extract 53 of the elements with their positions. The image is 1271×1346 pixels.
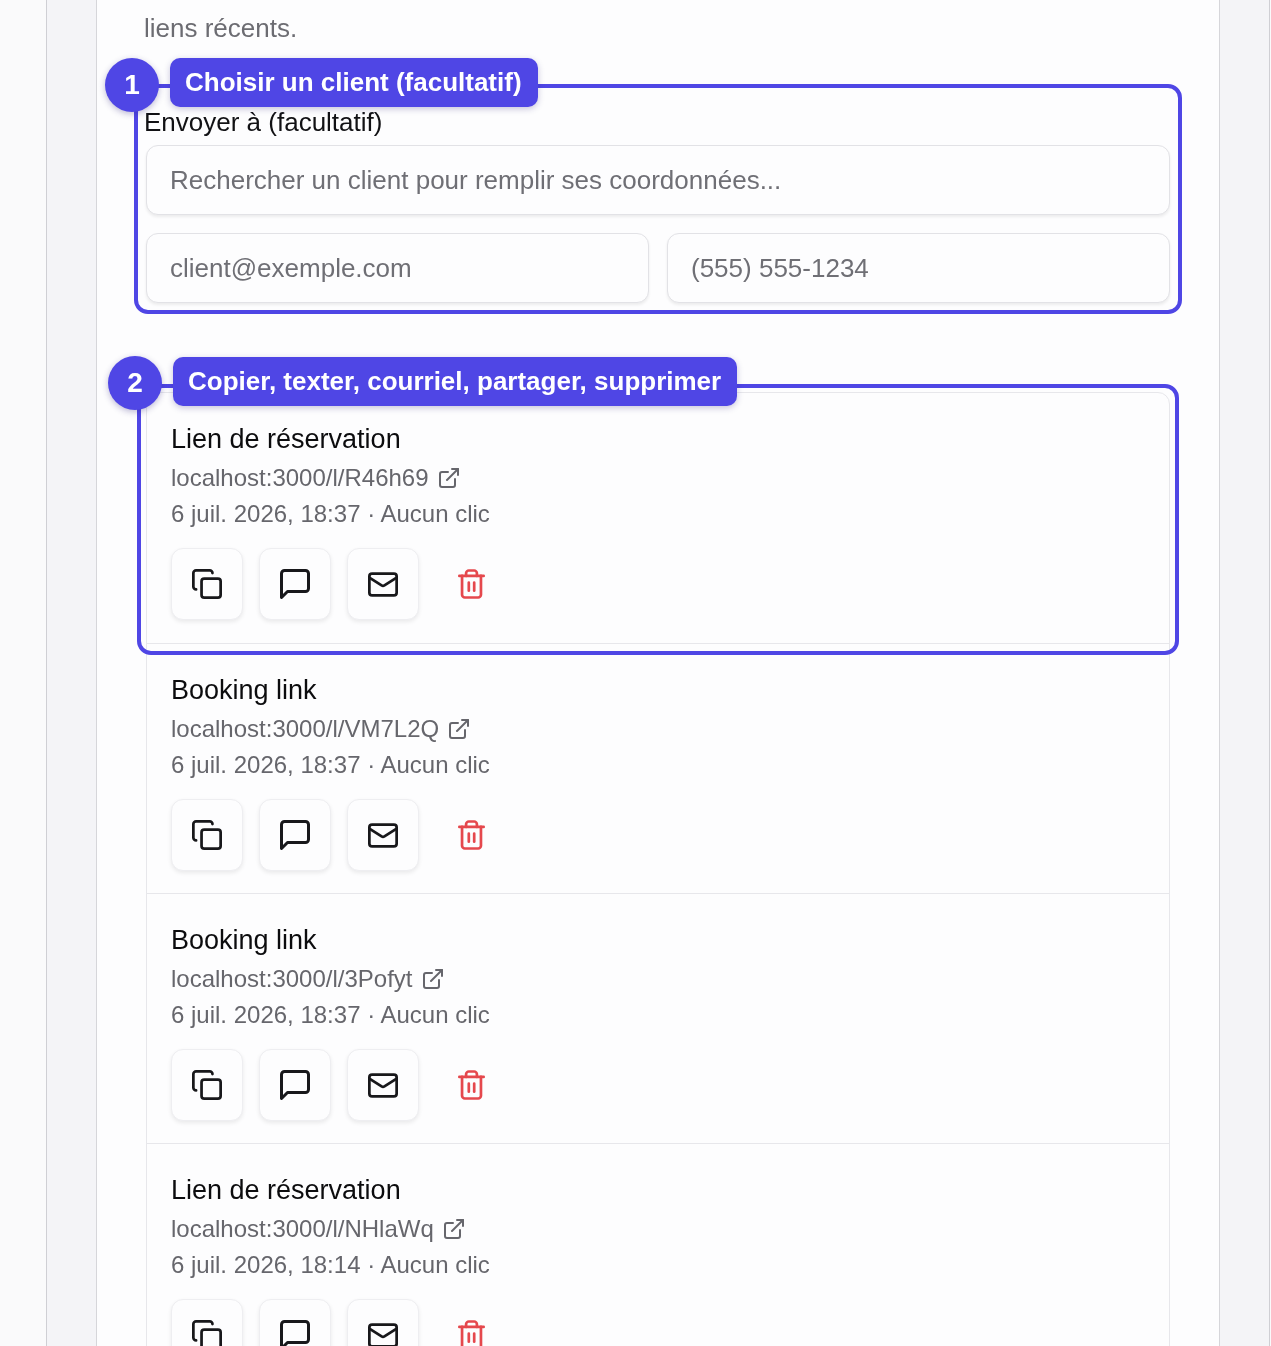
external-link-icon (449, 719, 470, 739)
chat-bubble-icon (280, 1320, 310, 1346)
copy-button[interactable] (171, 799, 243, 871)
envelope-icon (368, 1322, 398, 1346)
trash-icon (458, 569, 485, 599)
external-link-icon (438, 468, 459, 488)
copy-icon (192, 1320, 222, 1346)
email-field[interactable]: client@exemple.com (146, 233, 649, 303)
copy-icon (192, 820, 222, 850)
chat-bubble-icon (280, 820, 310, 850)
message-button[interactable] (259, 1049, 331, 1121)
chat-bubble-icon (280, 569, 310, 599)
envelope-icon (368, 1072, 398, 1098)
delete-button[interactable] (458, 1320, 485, 1346)
email-button[interactable] (347, 548, 419, 620)
delete-button[interactable] (458, 820, 485, 850)
envelope-icon (368, 571, 398, 597)
copy-icon (192, 569, 222, 599)
link-title: Lien de réservation (171, 423, 401, 456)
phone-field[interactable]: (555) 555-1234 (667, 233, 1170, 303)
link-meta: 6 juil. 2026, 18:14 · Aucun clic (171, 1250, 490, 1280)
chat-bubble-icon (280, 1070, 310, 1100)
search-field[interactable]: Rechercher un client pour remplir ses coordonnées... (146, 145, 1170, 215)
envelope-icon (368, 822, 398, 848)
url-link[interactable]: localhost:3000/l/NHlaWq (171, 1211, 464, 1247)
intro-text: liens récents. (144, 12, 299, 45)
message-button[interactable] (259, 799, 331, 871)
delete-button[interactable] (458, 569, 485, 599)
copy-icon (192, 1070, 222, 1100)
link-title: Booking link (171, 674, 317, 707)
url-link[interactable]: localhost:3000/l/R46h69 (171, 460, 459, 496)
link-meta: 6 juil. 2026, 18:37 · Aucun clic (171, 1000, 490, 1030)
step-badge: 2 (108, 356, 162, 410)
trash-icon (458, 820, 485, 850)
link-meta: 6 juil. 2026, 18:37 · Aucun clic (171, 499, 490, 529)
delete-button[interactable] (458, 1070, 485, 1100)
step-badge: 1 (105, 58, 159, 112)
email-button[interactable] (347, 799, 419, 871)
link-title: Lien de réservation (171, 1174, 401, 1207)
trash-icon (458, 1070, 485, 1100)
email-button[interactable] (347, 1049, 419, 1121)
copy-button[interactable] (171, 548, 243, 620)
external-link-icon (422, 969, 443, 989)
link-meta: 6 juil. 2026, 18:37 · Aucun clic (171, 750, 490, 780)
trash-icon (458, 1320, 485, 1346)
message-button[interactable] (259, 548, 331, 620)
callout-label: Copier, texter, courriel, partager, supprimer (173, 357, 738, 406)
url-link[interactable]: localhost:3000/l/3Pofyt (171, 961, 443, 997)
external-link-icon (443, 1219, 464, 1239)
link-title: Booking link (171, 924, 317, 957)
url-link[interactable]: localhost:3000/l/VM7L2Q (171, 711, 470, 747)
copy-button[interactable] (171, 1049, 243, 1121)
callout-label: Choisir un client (facultatif) (170, 58, 538, 107)
